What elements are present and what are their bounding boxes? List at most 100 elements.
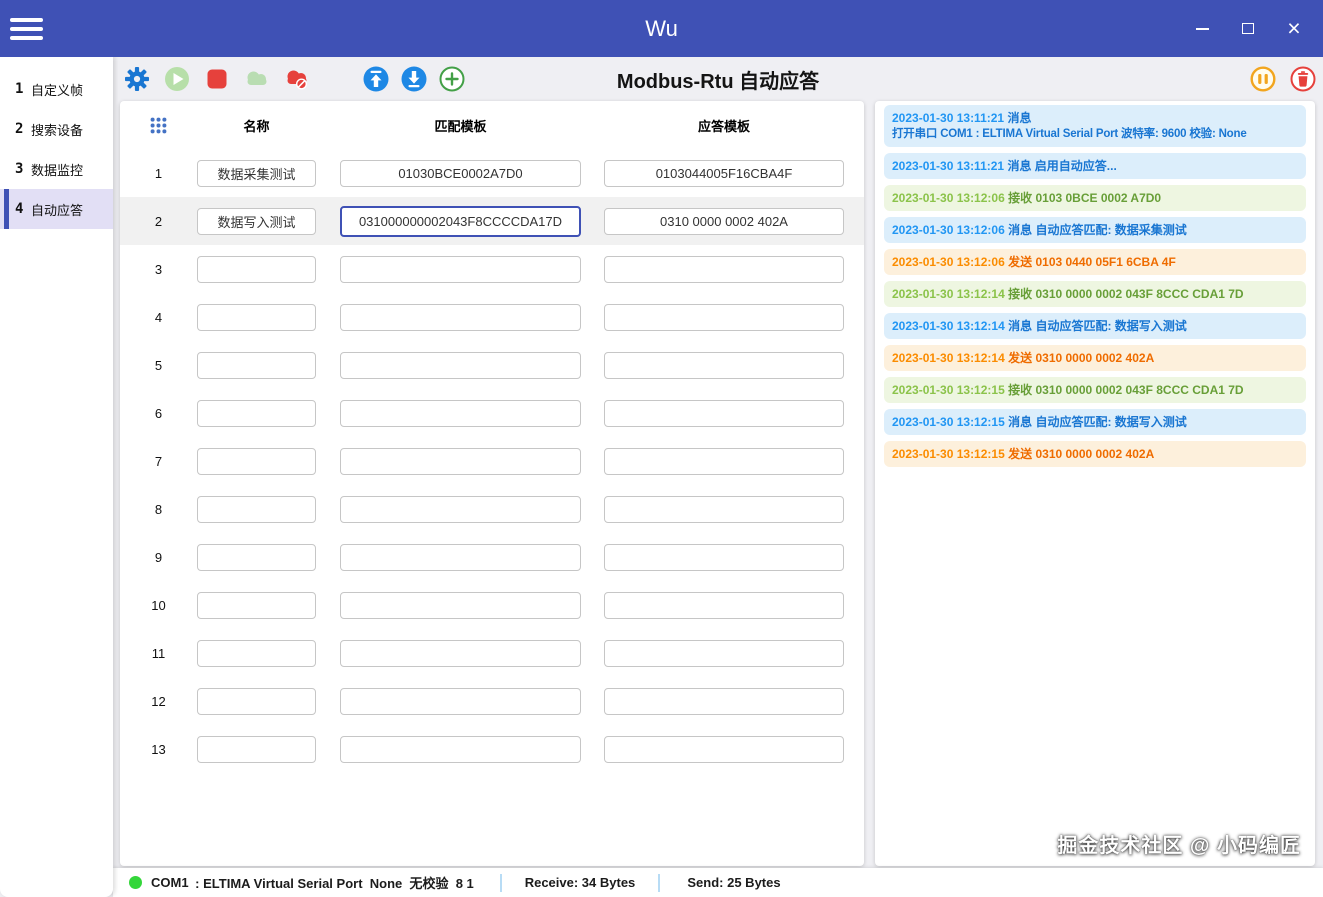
row-number: 11 <box>120 646 197 661</box>
app-window: Wu × 1自定义帧2搜索设备3数据监控4自动应答 <box>0 0 1323 897</box>
name-input[interactable] <box>197 208 316 235</box>
reply-template-input[interactable] <box>604 304 844 331</box>
log-type: 发送 <box>1008 447 1032 461</box>
name-input[interactable] <box>197 256 316 283</box>
name-input[interactable] <box>197 688 316 715</box>
sidebar-item-number: 1 <box>15 81 31 97</box>
cloud-connect-button[interactable] <box>244 66 270 92</box>
menu-button[interactable] <box>10 8 52 49</box>
stop-icon <box>204 66 230 92</box>
reply-template-input[interactable] <box>604 400 844 427</box>
log-entry-receive: 2023-01-30 13:12:15 接收 0310 0000 0002 04… <box>884 377 1306 403</box>
port-detail: : ELTIMA Virtual Serial Port None 无校验 8 … <box>192 873 474 892</box>
maximize-button[interactable] <box>1225 8 1271 50</box>
match-template-input[interactable] <box>340 256 581 283</box>
minimize-button[interactable] <box>1179 8 1225 50</box>
reply-template-input[interactable] <box>604 208 844 235</box>
match-template-input[interactable] <box>340 304 581 331</box>
clear-log-button[interactable] <box>1290 66 1316 92</box>
connection-status-dot <box>129 876 142 889</box>
match-template-input[interactable] <box>340 640 581 667</box>
match-template-input[interactable] <box>340 544 581 571</box>
log-time: 2023-01-30 13:12:06 <box>892 191 1005 205</box>
toolbar-right-group <box>1236 66 1316 92</box>
sidebar-item-search-device[interactable]: 2搜索设备 <box>0 109 113 149</box>
upload-icon <box>363 66 389 92</box>
match-template-input[interactable] <box>340 206 581 237</box>
log-entry-send: 2023-01-30 13:12:06 发送 0103 0440 05F1 6C… <box>884 249 1306 275</box>
table-row-1: 1 <box>120 149 864 197</box>
match-template-input[interactable] <box>340 352 581 379</box>
name-input[interactable] <box>197 640 316 667</box>
row-number: 9 <box>120 550 197 565</box>
cloud-disconnect-button[interactable] <box>284 66 310 92</box>
name-input[interactable] <box>197 496 316 523</box>
pause-log-button[interactable] <box>1250 66 1276 92</box>
log-type: 消息 <box>1008 223 1032 237</box>
answer-table-body: 12345678910111213 <box>120 149 864 773</box>
log-time: 2023-01-30 13:12:06 <box>892 223 1005 237</box>
name-input[interactable] <box>197 544 316 571</box>
reply-template-input[interactable] <box>604 496 844 523</box>
stop-button[interactable] <box>204 66 230 92</box>
match-template-input[interactable] <box>340 688 581 715</box>
reply-template-input[interactable] <box>604 592 844 619</box>
name-input[interactable] <box>197 736 316 763</box>
settings-button[interactable] <box>124 66 150 92</box>
name-input[interactable] <box>197 160 316 187</box>
start-button[interactable] <box>164 66 190 92</box>
reply-template-input[interactable] <box>604 736 844 763</box>
table-header-row: 名称 匹配模板 应答模板 <box>120 101 864 149</box>
sidebar-item-number: 4 <box>15 201 31 217</box>
reply-template-input[interactable] <box>604 544 844 571</box>
cloud-icon <box>244 66 270 92</box>
match-template-input[interactable] <box>340 400 581 427</box>
export-button[interactable] <box>401 66 427 92</box>
close-button[interactable]: × <box>1271 8 1317 50</box>
log-type: 消息 <box>1008 415 1032 429</box>
sidebar-item-auto-answer[interactable]: 4自动应答 <box>0 189 113 229</box>
port-name: COM1 <box>151 875 189 890</box>
reply-template-input[interactable] <box>604 160 844 187</box>
sidebar-item-data-monitor[interactable]: 3数据监控 <box>0 149 113 189</box>
reply-template-input[interactable] <box>604 352 844 379</box>
log-time: 2023-01-30 13:11:21 <box>892 159 1004 173</box>
name-input[interactable] <box>197 592 316 619</box>
name-input[interactable] <box>197 352 316 379</box>
receive-bytes: Receive: 34 Bytes <box>502 875 658 890</box>
reply-template-input[interactable] <box>604 688 844 715</box>
page-title: Modbus-Rtu 自动应答 <box>617 65 819 94</box>
match-template-input[interactable] <box>340 160 581 187</box>
match-template-input[interactable] <box>340 496 581 523</box>
table-row-11: 11 <box>120 629 864 677</box>
reply-template-input[interactable] <box>604 448 844 475</box>
match-template-input[interactable] <box>340 592 581 619</box>
sidebar-item-label: 自定义帧 <box>31 80 83 99</box>
name-input[interactable] <box>197 304 316 331</box>
match-template-input[interactable] <box>340 736 581 763</box>
window-title: Wu <box>645 16 678 42</box>
column-header-reply: 应答模板 <box>604 116 844 135</box>
log-time: 2023-01-30 13:12:15 <box>892 383 1005 397</box>
log-message: 0310 0000 0002 043F 8CCC CDA1 7D <box>1035 287 1243 301</box>
log-time: 2023-01-30 13:12:06 <box>892 255 1005 269</box>
log-type: 发送 <box>1008 351 1032 365</box>
name-input[interactable] <box>197 448 316 475</box>
table-row-5: 5 <box>120 341 864 389</box>
log-time: 2023-01-30 13:11:21 <box>892 111 1004 125</box>
gear-icon <box>124 66 150 92</box>
pause-icon <box>1250 66 1276 92</box>
match-template-input[interactable] <box>340 448 581 475</box>
add-row-button[interactable] <box>439 66 465 92</box>
sidebar-item-custom-frame[interactable]: 1自定义帧 <box>0 69 113 109</box>
log-time: 2023-01-30 13:12:15 <box>892 447 1005 461</box>
log-list: 2023-01-30 13:11:21 消息 打开串口 COM1 : ELTIM… <box>884 105 1306 467</box>
reply-template-input[interactable] <box>604 640 844 667</box>
import-button[interactable] <box>363 66 389 92</box>
row-number: 1 <box>120 166 197 181</box>
reply-template-input[interactable] <box>604 256 844 283</box>
name-input[interactable] <box>197 400 316 427</box>
log-entry-receive: 2023-01-30 13:12:14 接收 0310 0000 0002 04… <box>884 281 1306 307</box>
sidebar: 1自定义帧2搜索设备3数据监控4自动应答 <box>0 57 113 897</box>
hamburger-icon <box>10 18 43 22</box>
